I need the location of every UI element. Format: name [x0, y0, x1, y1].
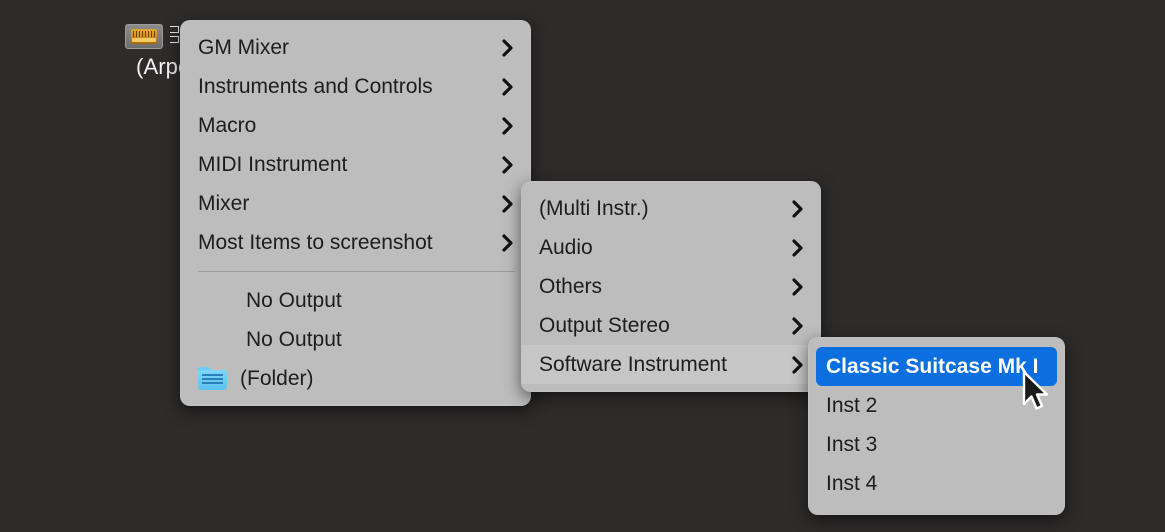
mixer-submenu[interactable]: (Multi Instr.) Audio Others Output Stere… — [521, 181, 821, 392]
chevron-right-icon — [501, 155, 515, 175]
menu-item-label: Classic Suitcase Mk I — [826, 354, 1039, 378]
cable-port-1 — [170, 26, 179, 33]
chevron-right-icon — [501, 38, 515, 58]
menu-item-label: Inst 4 — [826, 471, 878, 495]
chevron-right-icon — [501, 233, 515, 253]
menu-item-inst-2[interactable]: Inst 2 — [808, 386, 1065, 425]
menu-item-no-output-2[interactable]: No Output — [180, 320, 531, 359]
software-instrument-submenu[interactable]: Classic Suitcase Mk I Inst 2 Inst 3 Inst… — [808, 337, 1065, 515]
folder-icon-body — [198, 369, 227, 390]
menu-item-label: Software Instrument — [539, 352, 727, 376]
folder-icon — [198, 366, 228, 391]
menu-item-label: MIDI Instrument — [198, 152, 348, 176]
chevron-right-icon — [501, 77, 515, 97]
menu-item-midi-instrument[interactable]: MIDI Instrument — [180, 145, 531, 184]
menu-item-inst-4[interactable]: Inst 4 — [808, 464, 1065, 503]
menu-item-label: Instruments and Controls — [198, 74, 433, 98]
menu-item-label: Inst 3 — [826, 432, 878, 456]
chevron-right-icon — [501, 194, 515, 214]
menu-item-label: (Multi Instr.) — [539, 196, 649, 220]
midi-keyboard-icon-keys — [131, 29, 157, 44]
chevron-right-icon — [791, 238, 805, 258]
midi-keyboard-icon — [125, 24, 163, 49]
menu-separator — [198, 271, 515, 272]
chevron-right-icon — [791, 316, 805, 336]
new-object-menu[interactable]: GM Mixer Instruments and Controls Macro … — [180, 20, 531, 406]
menu-item-label: Macro — [198, 113, 257, 137]
menu-item-label: Others — [539, 274, 603, 298]
menu-item-label: (Folder) — [240, 366, 314, 390]
menu-item-classic-suitcase-mk-i[interactable]: Classic Suitcase Mk I — [816, 347, 1057, 386]
chevron-right-icon — [501, 116, 515, 136]
menu-item-folder[interactable]: (Folder) — [180, 359, 531, 398]
menu-item-label: GM Mixer — [198, 35, 289, 59]
menu-item-multi-instr[interactable]: (Multi Instr.) — [521, 189, 821, 228]
chevron-right-icon — [791, 199, 805, 219]
menu-item-label: No Output — [246, 288, 342, 312]
menu-item-audio[interactable]: Audio — [521, 228, 821, 267]
menu-item-label: Mixer — [198, 191, 250, 215]
chevron-right-icon — [791, 355, 805, 375]
menu-item-most-items-to-screenshot[interactable]: Most Items to screenshot — [180, 223, 531, 262]
menu-item-no-output-1[interactable]: No Output — [180, 281, 531, 320]
menu-item-others[interactable]: Others — [521, 267, 821, 306]
cable-port-2 — [170, 36, 179, 43]
menu-item-inst-3[interactable]: Inst 3 — [808, 425, 1065, 464]
menu-item-label: Inst 2 — [826, 393, 878, 417]
menu-item-gm-mixer[interactable]: GM Mixer — [180, 28, 531, 67]
menu-item-label: Most Items to screenshot — [198, 230, 433, 254]
menu-item-label: No Output — [246, 327, 342, 351]
menu-item-label: Audio — [539, 235, 593, 259]
menu-item-output-stereo[interactable]: Output Stereo — [521, 306, 821, 345]
menu-item-macro[interactable]: Macro — [180, 106, 531, 145]
chevron-right-icon — [791, 277, 805, 297]
menu-item-label: Output Stereo — [539, 313, 670, 337]
menu-item-mixer[interactable]: Mixer — [180, 184, 531, 223]
menu-item-instruments-and-controls[interactable]: Instruments and Controls — [180, 67, 531, 106]
menu-item-software-instrument[interactable]: Software Instrument — [521, 345, 821, 384]
